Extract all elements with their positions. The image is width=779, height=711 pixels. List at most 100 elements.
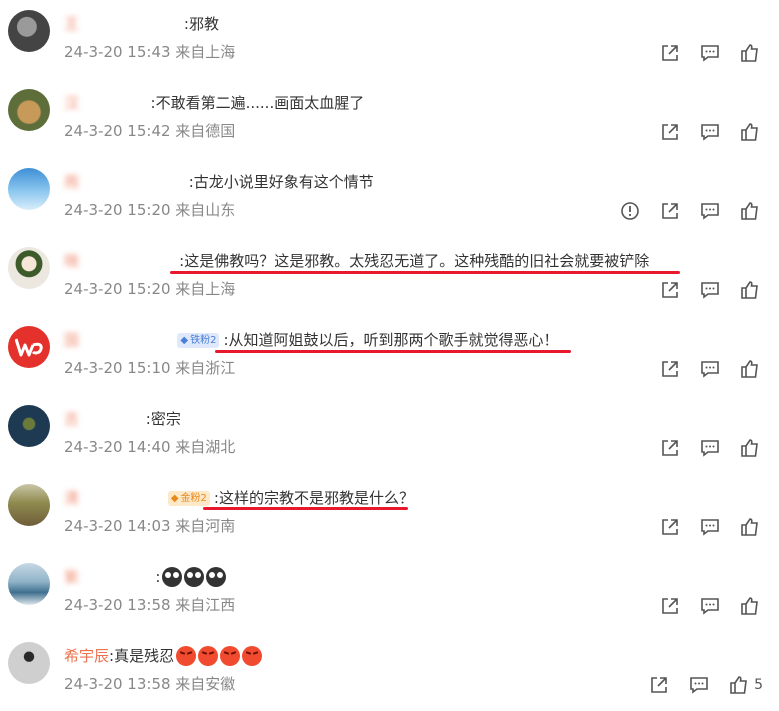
comment-text: :: [155, 568, 161, 586]
username[interactable]: 清: [64, 488, 79, 508]
thumbs-up-icon[interactable]: [739, 358, 761, 380]
share-icon[interactable]: [659, 121, 681, 143]
comment-icon[interactable]: [688, 674, 710, 696]
username[interactable]: 希宇辰: [64, 646, 109, 666]
like-button[interactable]: 5: [728, 674, 763, 696]
avatar[interactable]: [8, 642, 50, 684]
angry-emoji: [242, 646, 263, 666]
comment-icon[interactable]: [699, 200, 721, 222]
thumbs-up-icon[interactable]: [739, 279, 761, 301]
comment-icon[interactable]: [699, 595, 721, 617]
fan-badge-label: 铁粉2: [190, 334, 217, 346]
comment-item: 吉 :密宗 24-3-20 14:40 来自湖北: [0, 395, 779, 474]
avatar[interactable]: [8, 168, 50, 210]
diamond-icon: ◆: [170, 492, 179, 504]
username[interactable]: 晓: [64, 251, 79, 271]
comment-item: 希宇辰 :真是残忍 24-3-20 13:58 来自安徽 5: [0, 632, 779, 711]
thumbs-up-icon[interactable]: [739, 516, 761, 538]
comment-item: 晓 :这是佛教吗？这是邪教。太残忍无道了。这种残酷的旧社会就要被铲除 24-3-…: [0, 237, 779, 316]
share-icon[interactable]: [659, 279, 681, 301]
comment-text: :邪教: [183, 15, 219, 33]
share-icon[interactable]: [648, 674, 670, 696]
username-obscured: [79, 488, 165, 508]
username[interactable]: 国: [64, 330, 79, 350]
comment-icon[interactable]: [699, 358, 721, 380]
comment-item: 王 :邪教 24-3-20 15:43 来自上海: [0, 0, 779, 79]
comment-item: 汉 :不敢看第二遍......画面太血腥了 24-3-20 15:42 来自德国: [0, 79, 779, 158]
comment-icon[interactable]: [699, 121, 721, 143]
username[interactable]: 雨: [64, 172, 79, 192]
crying-emoji: [206, 567, 227, 587]
comment-text: :从知道阿姐鼓以后，听到那两个歌手就觉得恶心！: [223, 331, 559, 349]
angry-emoji: [198, 646, 219, 666]
like-count: 5: [754, 677, 763, 693]
fan-badge[interactable]: ◆ 金粉2: [167, 490, 210, 506]
share-icon[interactable]: [659, 358, 681, 380]
thumbs-up-icon[interactable]: [739, 121, 761, 143]
username-obscured: [79, 172, 189, 192]
username-obscured: [79, 330, 174, 350]
comment-meta: 24-3-20 15:43 来自上海: [64, 43, 236, 61]
comment-icon[interactable]: [699, 279, 721, 301]
username-obscured: [79, 93, 151, 113]
username-obscured: [79, 251, 179, 271]
comment-meta: 24-3-20 14:40 来自湖北: [64, 438, 236, 456]
crying-emoji: [162, 567, 183, 587]
thumbs-up-icon[interactable]: [739, 437, 761, 459]
share-icon[interactable]: [659, 595, 681, 617]
comment-icon[interactable]: [699, 516, 721, 538]
avatar[interactable]: [8, 405, 50, 447]
thumbs-up-icon[interactable]: [739, 200, 761, 222]
comment-text: :不敢看第二遍......画面太血腥了: [150, 94, 365, 112]
fan-badge[interactable]: ◆ 铁粉2: [177, 332, 220, 348]
username-obscured: [79, 567, 155, 587]
share-icon[interactable]: [659, 42, 681, 64]
comment-icon[interactable]: [699, 437, 721, 459]
diamond-icon: ◆: [180, 334, 189, 346]
avatar[interactable]: [8, 10, 50, 52]
comment-item: 雨 :古龙小说里好象有这个情节 24-3-20 15:20 来自山东: [0, 158, 779, 237]
highlight-underline: [170, 271, 680, 274]
share-icon[interactable]: [659, 516, 681, 538]
comment-meta: 24-3-20 13:58 来自江西: [64, 596, 236, 614]
thumbs-up-icon[interactable]: [739, 595, 761, 617]
fan-badge-label: 金粉2: [180, 492, 207, 504]
comment-meta: 24-3-20 14:03 来自河南: [64, 517, 236, 535]
comment-meta: 24-3-20 15:10 来自浙江: [64, 359, 236, 377]
highlight-underline: [215, 350, 571, 353]
comment-meta: 24-3-20 15:20 来自山东: [64, 201, 236, 219]
highlight-underline: [203, 507, 408, 510]
username-obscured: [79, 409, 146, 429]
thumbs-up-icon[interactable]: [728, 674, 750, 696]
comment-text: :这是佛教吗？这是邪教。太残忍无道了。这种残酷的旧社会就要被铲除: [179, 252, 650, 270]
avatar[interactable]: [8, 326, 50, 368]
comment-text: :古龙小说里好象有这个情节: [188, 173, 374, 191]
username[interactable]: 紫: [64, 567, 79, 587]
avatar[interactable]: [8, 247, 50, 289]
comment-item: 紫 : 24-3-20 13:58 来自江西: [0, 553, 779, 632]
comment-item: 国 ◆ 铁粉2 :从知道阿姐鼓以后，听到那两个歌手就觉得恶心！ 24-3-20 1…: [0, 316, 779, 395]
comment-text: :真是残忍: [109, 647, 175, 665]
avatar[interactable]: [8, 563, 50, 605]
share-icon[interactable]: [659, 200, 681, 222]
crying-emoji: [184, 567, 205, 587]
wps-logo-icon: [15, 338, 43, 357]
comment-meta: 24-3-20 15:20 来自上海: [64, 280, 236, 298]
comment-meta: 24-3-20 15:42 来自德国: [64, 122, 236, 140]
comment-meta: 24-3-20 13:58 来自安徽: [64, 675, 236, 693]
report-icon[interactable]: [619, 200, 641, 222]
username[interactable]: 吉: [64, 409, 79, 429]
username[interactable]: 汉: [64, 93, 79, 113]
comment-text: :这样的宗教不是邪教是什么？: [213, 489, 414, 507]
avatar[interactable]: [8, 89, 50, 131]
share-icon[interactable]: [659, 437, 681, 459]
angry-emoji: [220, 646, 241, 666]
comment-icon[interactable]: [699, 42, 721, 64]
angry-emoji: [176, 646, 197, 666]
comment-text: :密宗: [145, 410, 181, 428]
username-obscured: [79, 14, 184, 34]
avatar[interactable]: [8, 484, 50, 526]
thumbs-up-icon[interactable]: [739, 42, 761, 64]
comment-item: 清 ◆ 金粉2 :这样的宗教不是邪教是什么？ 24-3-20 14:03 来自河南: [0, 474, 779, 553]
username[interactable]: 王: [64, 14, 79, 34]
